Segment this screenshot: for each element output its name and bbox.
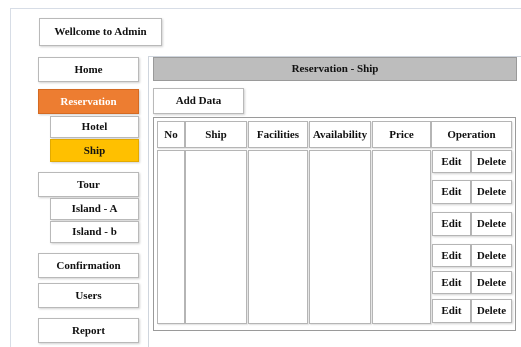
- column-body-ship: [185, 150, 247, 324]
- sidebar-subitem-island-a[interactable]: Island - A: [50, 198, 139, 220]
- column-body-availability: [309, 150, 371, 324]
- sidebar-item-report[interactable]: Report: [38, 318, 139, 343]
- edit-label: Edit: [441, 155, 462, 168]
- window-left-border: [10, 8, 11, 347]
- edit-button[interactable]: Edit: [432, 150, 471, 173]
- edit-label: Edit: [441, 305, 462, 317]
- header-label: Facilities: [256, 128, 300, 141]
- sidebar-subitem-island-b[interactable]: Island - b: [50, 221, 139, 243]
- window-top-border: [10, 8, 521, 9]
- sidebar-item-label: Home: [74, 63, 103, 76]
- sidebar-item-reservation[interactable]: Reservation: [38, 89, 139, 114]
- column-header-operation: Operation: [431, 121, 512, 148]
- add-data-label: Add Data: [175, 95, 222, 107]
- edit-button[interactable]: Edit: [432, 299, 471, 323]
- header-label: No: [164, 128, 178, 141]
- delete-button[interactable]: Delete: [471, 150, 512, 173]
- sidebar-item-label: Island - A: [71, 203, 118, 215]
- delete-button[interactable]: Delete: [471, 180, 512, 204]
- welcome-text: Wellcome to Admin: [54, 26, 147, 38]
- sidebar-item-label: Island - b: [72, 226, 117, 238]
- edit-button[interactable]: Edit: [432, 212, 471, 236]
- edit-label: Edit: [441, 276, 462, 289]
- sidebar-item-confirmation[interactable]: Confirmation: [38, 253, 139, 278]
- sidebar-item-users[interactable]: Users: [38, 283, 139, 308]
- column-header-no: No: [157, 121, 185, 148]
- header-label: Ship: [205, 128, 227, 141]
- column-body-no: [157, 150, 185, 324]
- header-label: Operation: [447, 128, 496, 141]
- edit-label: Edit: [441, 218, 462, 230]
- column-header-availability: Availability: [309, 121, 371, 148]
- column-body-price: [372, 150, 431, 324]
- delete-button[interactable]: Delete: [471, 271, 512, 294]
- delete-button[interactable]: Delete: [471, 244, 512, 267]
- sidebar-subitem-ship[interactable]: Ship: [50, 139, 139, 162]
- column-header-price: Price: [372, 121, 431, 148]
- sidebar-item-label: Tour: [77, 178, 100, 191]
- delete-button[interactable]: Delete: [471, 299, 512, 323]
- delete-button[interactable]: Delete: [471, 212, 512, 236]
- welcome-header: Wellcome to Admin: [39, 18, 162, 46]
- delete-label: Delete: [476, 218, 507, 230]
- delete-label: Delete: [476, 305, 507, 317]
- sidebar-item-label: Report: [72, 324, 105, 337]
- sidebar-item-label: Ship: [83, 144, 106, 157]
- sidebar-item-home[interactable]: Home: [38, 57, 139, 82]
- column-header-ship: Ship: [185, 121, 247, 148]
- delete-label: Delete: [476, 276, 507, 289]
- page-title: Reservation - Ship: [291, 63, 379, 75]
- delete-label: Delete: [476, 249, 507, 262]
- page-title-bar: Reservation - Ship: [153, 57, 517, 81]
- edit-label: Edit: [441, 186, 462, 198]
- column-header-facilities: Facilities: [248, 121, 308, 148]
- edit-label: Edit: [441, 249, 462, 262]
- sidebar-item-label: Confirmation: [56, 259, 121, 272]
- edit-button[interactable]: Edit: [432, 271, 471, 294]
- data-table: No Ship Facilities Availability Price Op…: [153, 117, 516, 331]
- add-data-button[interactable]: Add Data: [153, 88, 244, 114]
- sidebar-subitem-hotel[interactable]: Hotel: [50, 116, 139, 138]
- sidebar-item-label: Reservation: [60, 95, 117, 108]
- edit-button[interactable]: Edit: [432, 244, 471, 267]
- delete-label: Delete: [476, 186, 507, 198]
- sidebar-item-label: Hotel: [81, 121, 108, 133]
- header-label: Availability: [312, 128, 368, 141]
- sidebar-item-label: Users: [75, 289, 102, 302]
- delete-label: Delete: [476, 155, 507, 168]
- header-label: Price: [389, 128, 414, 141]
- edit-button[interactable]: Edit: [432, 180, 471, 204]
- column-body-facilities: [248, 150, 308, 324]
- sidebar-item-tour[interactable]: Tour: [38, 172, 139, 197]
